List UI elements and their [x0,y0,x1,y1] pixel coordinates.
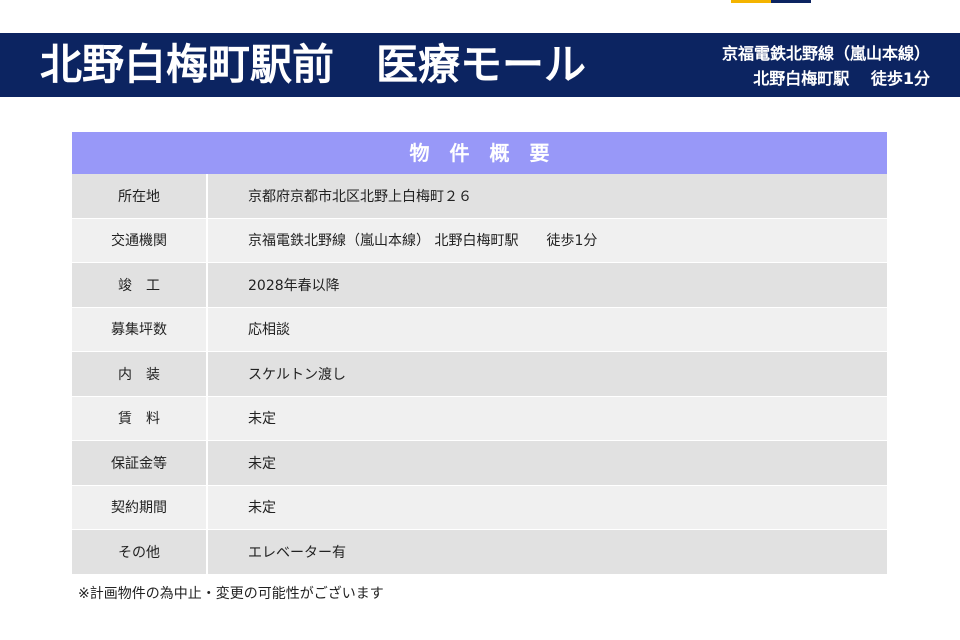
table-row: 交通機関 京福電鉄北野線（嵐山本線） 北野白梅町駅 徒歩1分 [72,218,887,263]
accent-navy [771,0,811,3]
row-value: エレベーター有 [207,529,887,575]
table-row: 竣 工 2028年春以降 [72,262,887,308]
table-row: 保証金等 未定 [72,440,887,486]
header-access-info: 京福電鉄北野線（嵐山本線） 北野白梅町駅 徒歩1分 [722,41,930,91]
access-line-railway: 京福電鉄北野線（嵐山本線） [721,44,930,63]
row-value: 未定 [207,396,887,441]
row-value: 未定 [207,440,887,486]
row-label: 竣 工 [72,262,208,308]
accent-yellow [731,0,771,3]
top-accent-bar [731,0,811,3]
row-value: 未定 [207,485,887,530]
row-label: 募集坪数 [72,307,208,352]
disclaimer-note: ※計画物件の為中止・変更の可能性がございます [78,586,384,602]
table-row: 賃 料 未定 [72,396,887,441]
table-row: 所在地 京都府京都市北区北野上白梅町２６ [72,174,887,219]
property-overview: 物 件 概 要 所在地 京都府京都市北区北野上白梅町２６ 交通機関 京福電鉄北野… [72,132,887,575]
row-label: 賃 料 [72,396,208,441]
page-title: 北野白梅町駅前 医療モール [40,40,587,89]
row-value: 2028年春以降 [207,262,887,308]
table-row: 契約期間 未定 [72,485,887,530]
row-label: 内 装 [72,351,208,397]
table-row: 内 装 スケルトン渡し [72,351,887,397]
table-row: 募集坪数 応相談 [72,307,887,352]
row-value: スケルトン渡し [207,351,887,397]
row-value: 応相談 [207,307,887,352]
table-row: その他 エレベーター有 [72,529,887,575]
row-label: その他 [72,529,208,575]
row-value: 京福電鉄北野線（嵐山本線） 北野白梅町駅 徒歩1分 [207,218,887,263]
access-line-station: 北野白梅町駅 徒歩1分 [753,69,930,88]
table-title: 物 件 概 要 [72,132,887,174]
row-value: 京都府京都市北区北野上白梅町２６ [207,174,887,219]
row-label: 保証金等 [72,440,208,486]
header-banner: 北野白梅町駅前 医療モール 京福電鉄北野線（嵐山本線） 北野白梅町駅 徒歩1分 [0,33,960,97]
row-label: 契約期間 [72,485,208,530]
property-table: 所在地 京都府京都市北区北野上白梅町２６ 交通機関 京福電鉄北野線（嵐山本線） … [72,174,887,575]
row-label: 交通機関 [72,218,208,263]
row-label: 所在地 [72,174,208,219]
